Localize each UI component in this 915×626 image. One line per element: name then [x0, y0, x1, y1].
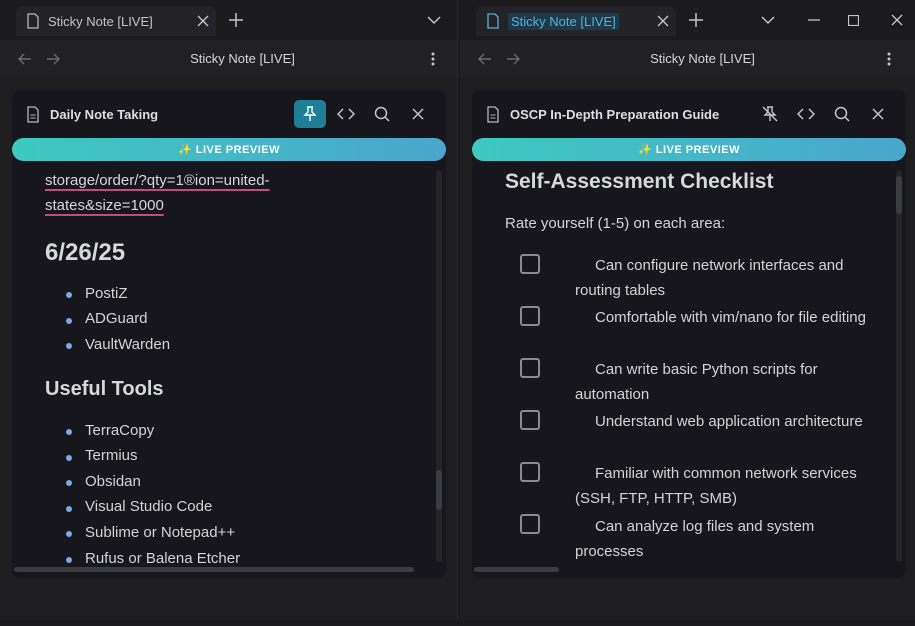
list-item: Termius	[85, 447, 138, 464]
list-item: PostiZ	[85, 285, 128, 302]
search-icon[interactable]	[366, 100, 398, 128]
date-heading: 6/26/25	[45, 239, 126, 266]
tab-label: Sticky Note [LIVE]	[508, 12, 619, 30]
list-item: ADGuard	[85, 310, 148, 327]
pin-off-icon[interactable]	[754, 100, 786, 128]
file-icon	[27, 13, 39, 29]
checklist-item: Understand web application architecture	[595, 413, 863, 430]
close-icon[interactable]	[654, 12, 672, 30]
checkbox[interactable]	[520, 462, 540, 482]
search-icon[interactable]	[826, 100, 858, 128]
more-vertical-icon[interactable]	[880, 50, 898, 68]
page-title: Sticky Note [LIVE]	[650, 51, 755, 66]
close-icon[interactable]	[402, 100, 434, 128]
section-heading: Self-Assessment Checklist	[505, 170, 774, 193]
vertical-scrollbar[interactable]	[896, 170, 902, 562]
checkbox[interactable]	[520, 410, 540, 430]
bullet	[66, 318, 72, 324]
code-icon[interactable]	[790, 100, 822, 128]
checklist-item: Familiar with common network services (S…	[575, 465, 857, 507]
left-window: Sticky Note [LIVE] Sticky Note [LIVE] Da…	[0, 0, 458, 620]
intro-text: Rate yourself (1-5) on each area:	[505, 215, 726, 232]
checkbox[interactable]	[520, 306, 540, 326]
checkbox[interactable]	[520, 358, 540, 378]
more-vertical-icon[interactable]	[424, 50, 442, 68]
right-window: Sticky Note [LIVE] Sticky Note [LIVE] OS…	[460, 0, 915, 620]
maximize-icon[interactable]	[843, 10, 863, 30]
close-icon[interactable]	[194, 12, 212, 30]
file-icon	[487, 106, 499, 123]
close-icon[interactable]	[887, 10, 907, 30]
plus-icon[interactable]	[226, 10, 246, 30]
list-item: VaultWarden	[85, 336, 171, 353]
bullet	[66, 343, 72, 349]
live-preview-banner[interactable]: ✨ LIVE PREVIEW	[472, 138, 906, 161]
horizontal-scrollbar[interactable]	[14, 567, 414, 572]
live-preview-banner[interactable]: ✨ LIVE PREVIEW	[12, 138, 446, 161]
bullet	[66, 531, 72, 537]
bullet	[66, 429, 72, 435]
note-header: Daily Note Taking	[12, 90, 446, 138]
browser-tab[interactable]: Sticky Note [LIVE]	[16, 6, 216, 36]
navigation-bar: Sticky Note [LIVE]	[460, 40, 915, 78]
note-header: OSCP In-Depth Preparation Guide	[472, 90, 906, 138]
list-item: TerraCopy	[85, 422, 155, 439]
note-content[interactable]: Self-Assessment Checklist Rate yourself …	[472, 161, 892, 564]
link-text[interactable]: storage/order/?qty=1®ion=united-	[45, 172, 270, 189]
list-item: Visual Studio Code	[85, 498, 213, 515]
note-card: Daily Note Taking ✨ LIVE PREVIEW storage…	[12, 90, 446, 578]
bullet	[66, 455, 72, 461]
plus-icon[interactable]	[686, 10, 706, 30]
close-icon[interactable]	[862, 100, 894, 128]
checklist-item: Can analyze log files and system process…	[575, 518, 815, 560]
scrollbar-thumb[interactable]	[436, 470, 442, 510]
navigation-bar: Sticky Note [LIVE]	[0, 40, 457, 78]
checklist-item: Comfortable with vim/nano for file editi…	[595, 309, 866, 326]
tab-label: Sticky Note [LIVE]	[48, 13, 153, 29]
note-title: Daily Note Taking	[50, 107, 159, 122]
note-title: OSCP In-Depth Preparation Guide	[510, 107, 720, 122]
checklist-item: Can configure network interfaces and rou…	[575, 257, 844, 299]
chevron-down-icon[interactable]	[758, 10, 778, 30]
bullet	[66, 292, 72, 298]
section-heading: Useful Tools	[45, 378, 164, 400]
scrollbar-thumb[interactable]	[896, 176, 902, 214]
horizontal-scrollbar[interactable]	[474, 567, 559, 572]
list-item: Rufus or Balena Etcher	[85, 550, 241, 564]
bullet	[66, 506, 72, 512]
title-bar: Sticky Note [LIVE]	[0, 0, 457, 40]
chevron-down-icon[interactable]	[424, 10, 444, 30]
checklist-item: Can write basic Python scripts for autom…	[575, 361, 818, 403]
file-icon	[487, 13, 499, 29]
list-item: Sublime or Notepad++	[85, 524, 236, 541]
note-card: OSCP In-Depth Preparation Guide ✨ LIVE P…	[472, 90, 906, 578]
note-content[interactable]: storage/order/?qty=1®ion=united- states&…	[12, 161, 432, 564]
file-icon	[27, 106, 39, 123]
browser-tab[interactable]: Sticky Note [LIVE]	[476, 6, 676, 36]
link-text[interactable]: states&size=1000	[45, 197, 164, 214]
checkbox[interactable]	[520, 514, 540, 534]
minimize-icon[interactable]	[804, 10, 824, 30]
bullet	[66, 557, 72, 563]
page-title: Sticky Note [LIVE]	[190, 51, 295, 66]
vertical-scrollbar[interactable]	[436, 170, 442, 562]
pin-icon[interactable]	[294, 100, 326, 128]
code-icon[interactable]	[330, 100, 362, 128]
bullet	[66, 480, 72, 486]
checkbox[interactable]	[520, 254, 540, 274]
title-bar: Sticky Note [LIVE]	[460, 0, 915, 40]
list-item: Obsidan	[85, 473, 141, 490]
